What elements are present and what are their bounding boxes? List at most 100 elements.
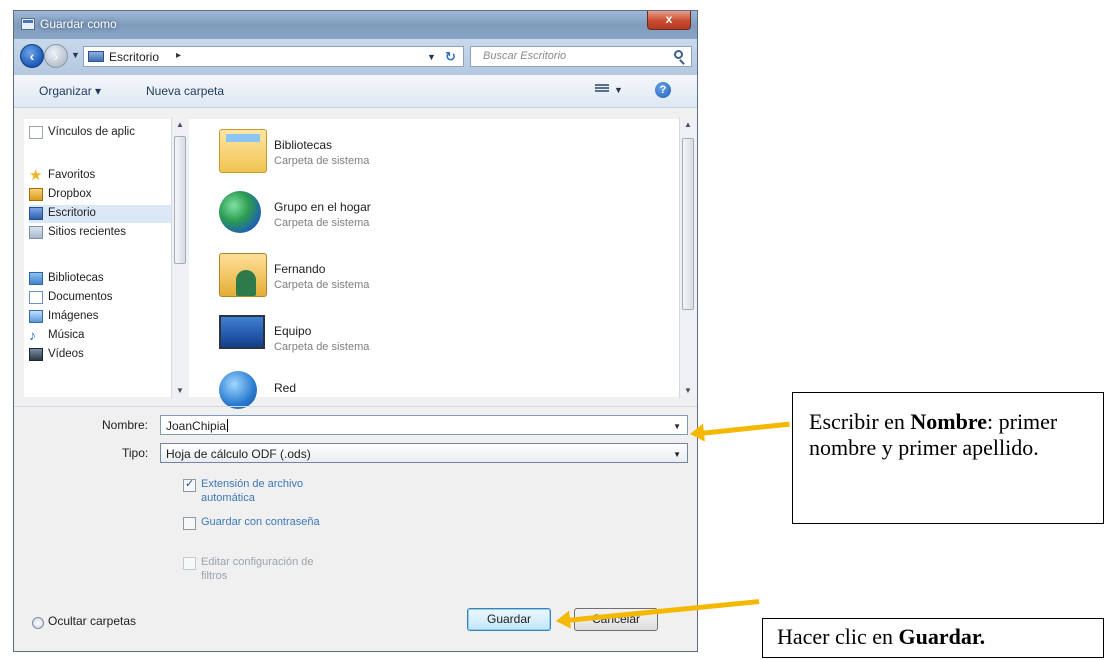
nav-item-favorites[interactable]: ★ Favoritos: [29, 167, 179, 185]
nav-item-desktop[interactable]: Escritorio: [29, 205, 179, 223]
nav-item-app-links[interactable]: Vínculos de aplic: [29, 124, 179, 142]
file-type-select[interactable]: Hoja de cálculo ODF (.ods) ▼: [160, 443, 688, 463]
chevron-down-icon[interactable]: ▼: [673, 450, 681, 459]
address-folder[interactable]: Escritorio: [109, 50, 159, 64]
help-icon[interactable]: ?: [655, 82, 671, 98]
recent-pages-dropdown-icon[interactable]: ▼: [71, 50, 80, 60]
new-folder-button[interactable]: Nueva carpeta: [146, 84, 224, 98]
save-instruction-callout: Hacer clic en Guardar.: [762, 618, 1104, 658]
nav-item-videos[interactable]: Vídeos: [29, 346, 179, 364]
arrow-to-name-field: [699, 421, 790, 436]
nav-item-label: Dropbox: [48, 188, 92, 200]
window-title: Guardar como: [40, 17, 117, 31]
name-instruction-callout: Escribir en Nombre: primer nombre y prim…: [792, 392, 1104, 524]
callout-text: Escribir en: [809, 409, 911, 434]
libraries-icon: [29, 272, 43, 285]
navigation-pane: Vínculos de aplic ★ Favoritos Dropbox Es…: [24, 119, 182, 397]
item-name: Bibliotecas: [274, 138, 333, 152]
nav-item-label: Música: [48, 329, 85, 341]
star-icon: ★: [29, 167, 43, 184]
network-icon: [219, 371, 257, 409]
auto-extension-label[interactable]: Extensión de archivo automática: [201, 477, 341, 505]
item-name: Fernando: [274, 262, 326, 276]
auto-extension-checkbox[interactable]: [183, 477, 196, 492]
scroll-up-icon[interactable]: ▲: [176, 120, 184, 129]
file-type-value: Hoja de cálculo ODF (.ods): [166, 447, 311, 461]
list-item-computer[interactable]: Equipo Carpeta de sistema: [219, 315, 519, 371]
nav-item-music[interactable]: ♪ Música: [29, 327, 179, 345]
desktop-folder-icon: [88, 51, 104, 62]
recent-places-icon: [29, 226, 43, 239]
nav-item-label: Documentos: [48, 291, 113, 303]
save-as-dialog: Guardar como x ‹ › ▼ Escritorio ▸ ▼ ↻ Bu…: [13, 10, 698, 652]
back-button[interactable]: ‹: [20, 44, 44, 68]
address-dropdown-icon[interactable]: ▼: [427, 52, 436, 62]
list-item-network[interactable]: Red: [219, 371, 519, 409]
nav-item-label: Escritorio: [48, 207, 96, 219]
edit-filter-settings-checkbox: [183, 557, 196, 570]
edit-filter-settings-label: Editar configuración de filtros: [201, 556, 314, 582]
save-button[interactable]: Guardar: [467, 608, 551, 631]
nav-item-pictures[interactable]: Imágenes: [29, 308, 179, 326]
hide-folders-button[interactable]: Ocultar carpetas: [48, 614, 136, 628]
item-type: Carpeta de sistema: [274, 217, 370, 229]
command-toolbar: Organizar ▾ Nueva carpeta ▼ ?: [14, 75, 697, 108]
scroll-down-icon[interactable]: ▼: [684, 386, 692, 395]
view-dropdown-icon[interactable]: ▼: [614, 85, 623, 95]
nav-item-label: Favoritos: [48, 169, 96, 181]
file-list: Bibliotecas Carpeta de sistema Grupo en …: [189, 119, 683, 409]
address-bar[interactable]: Escritorio ▸: [83, 46, 464, 67]
nav-item-label: Sitios recientes: [48, 226, 126, 238]
file-name-value[interactable]: JoanChipia: [166, 419, 226, 433]
nav-item-label: Bibliotecas: [48, 272, 104, 284]
search-placeholder: Buscar Escritorio: [483, 50, 567, 62]
scroll-down-icon[interactable]: ▼: [176, 386, 184, 395]
item-type: Carpeta de sistema: [274, 155, 370, 167]
type-label: Tipo:: [122, 446, 149, 460]
window-icon: [21, 18, 35, 30]
navigation-pane-scrollbar[interactable]: ▲ ▼: [171, 118, 188, 398]
text-caret: [227, 419, 228, 432]
chevron-up-icon[interactable]: [32, 617, 44, 629]
item-type: Carpeta de sistema: [274, 279, 370, 291]
nav-item-dropbox[interactable]: Dropbox: [29, 186, 179, 204]
navigation-bar: ‹ › ▼ Escritorio ▸ ▼ ↻ Buscar Escritorio: [14, 39, 697, 75]
scrollbar-thumb[interactable]: [682, 138, 694, 310]
search-input[interactable]: Buscar Escritorio: [470, 46, 692, 67]
file-name-field[interactable]: JoanChipia ▼: [160, 415, 688, 435]
scrollbar-thumb[interactable]: [174, 136, 186, 264]
nav-item-recent-places[interactable]: Sitios recientes: [29, 224, 179, 242]
nav-item-libraries[interactable]: Bibliotecas: [29, 270, 179, 288]
user-folder-icon: [219, 253, 267, 297]
libraries-folder-icon: [219, 129, 267, 173]
item-name: Grupo en el hogar: [274, 200, 371, 214]
scroll-up-icon[interactable]: ▲: [684, 120, 692, 129]
nav-item-documents[interactable]: Documentos: [29, 289, 179, 307]
divider: [14, 406, 697, 407]
address-separator[interactable]: ▸: [176, 50, 181, 61]
forward-button[interactable]: ›: [44, 44, 68, 68]
nav-item-label: Vídeos: [48, 348, 84, 360]
view-options-icon[interactable]: [595, 83, 609, 95]
title-bar: Guardar como x: [14, 11, 697, 39]
organize-menu[interactable]: Organizar ▾: [39, 84, 101, 98]
save-with-password-checkbox[interactable]: [183, 517, 196, 530]
nav-item-label: Vínculos de aplic: [48, 126, 135, 138]
desktop-icon: [29, 207, 43, 220]
nav-item-label: Imágenes: [48, 310, 99, 322]
close-button[interactable]: x: [647, 11, 691, 30]
dropbox-icon: [29, 188, 43, 201]
music-icon: ♪: [29, 327, 36, 343]
pictures-icon: [29, 310, 43, 323]
list-item-homegroup[interactable]: Grupo en el hogar Carpeta de sistema: [219, 191, 519, 247]
chevron-down-icon[interactable]: ▼: [673, 422, 681, 431]
file-list-scrollbar[interactable]: ▲ ▼: [679, 118, 696, 398]
list-item-fernando[interactable]: Fernando Carpeta de sistema: [219, 253, 519, 309]
document-icon: [29, 126, 43, 139]
search-icon[interactable]: [674, 50, 683, 59]
videos-icon: [29, 348, 43, 361]
documents-icon: [29, 291, 43, 304]
list-item-libraries[interactable]: Bibliotecas Carpeta de sistema: [219, 129, 519, 185]
save-with-password-label[interactable]: Guardar con contraseña: [201, 515, 341, 529]
refresh-icon[interactable]: ↻: [445, 49, 456, 65]
